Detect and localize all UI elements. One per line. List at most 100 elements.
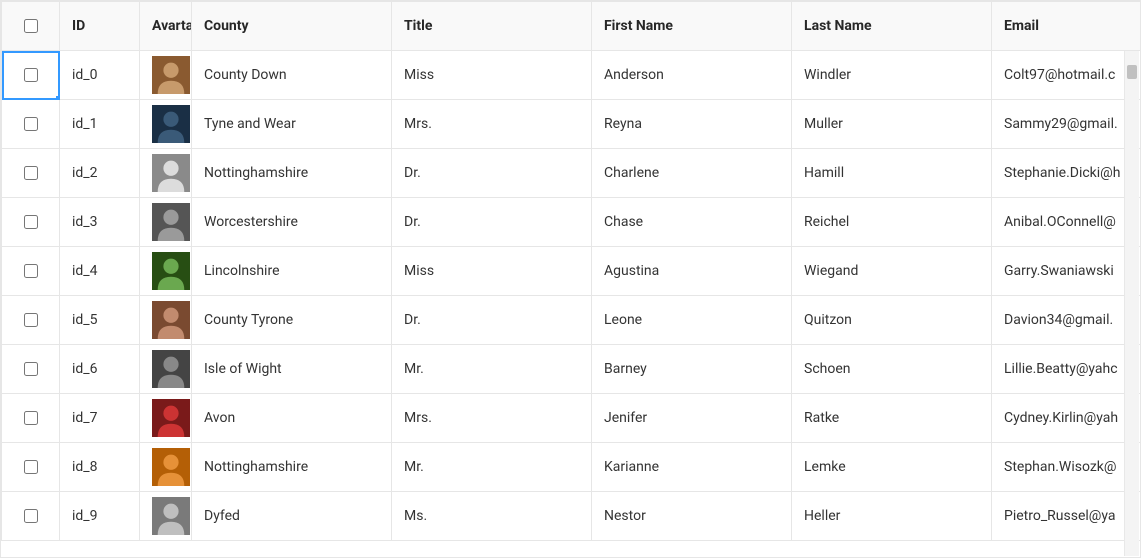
table-row[interactable]: id_2 NottinghamshireDr.CharleneHamillStep… bbox=[2, 149, 1141, 198]
cell-avatar[interactable] bbox=[140, 296, 192, 345]
cell-email[interactable]: Lillie.Beatty@yahc bbox=[992, 345, 1141, 394]
cell-id[interactable]: id_6 bbox=[60, 345, 140, 394]
select-all-checkbox[interactable] bbox=[24, 19, 38, 33]
cell-id[interactable]: id_9 bbox=[60, 492, 140, 541]
cell-last-name[interactable]: Hamill bbox=[792, 149, 992, 198]
table-row[interactable]: id_5County TyroneDr.LeoneQuitzonDavion34… bbox=[2, 296, 1141, 345]
cell-title[interactable]: Dr. bbox=[392, 149, 592, 198]
header-avatar[interactable]: Avartar bbox=[140, 2, 192, 51]
row-checkbox-cell[interactable] bbox=[2, 394, 60, 443]
cell-county[interactable]: Avon bbox=[192, 394, 392, 443]
cell-last-name[interactable]: Lemke bbox=[792, 443, 992, 492]
table-row[interactable]: id_4LincolnshireMissAgustinaWiegandGarry… bbox=[2, 247, 1141, 296]
cell-last-name[interactable]: Wiegand bbox=[792, 247, 992, 296]
header-first-name[interactable]: First Name bbox=[592, 2, 792, 51]
cell-avatar[interactable] bbox=[140, 345, 192, 394]
cell-first-name[interactable]: Nestor bbox=[592, 492, 792, 541]
cell-avatar[interactable] bbox=[140, 100, 192, 149]
cell-id[interactable]: id_3 bbox=[60, 198, 140, 247]
cell-id[interactable]: id_2 bbox=[60, 149, 140, 198]
cell-id[interactable]: id_4 bbox=[60, 247, 140, 296]
header-email[interactable]: Email bbox=[992, 2, 1141, 51]
header-county[interactable]: County bbox=[192, 2, 392, 51]
row-checkbox-cell[interactable] bbox=[2, 100, 60, 149]
cell-last-name[interactable]: Windler bbox=[792, 51, 992, 100]
cell-county[interactable]: Nottinghamshire bbox=[192, 443, 392, 492]
row-checkbox[interactable] bbox=[24, 215, 38, 229]
header-last-name[interactable]: Last Name bbox=[792, 2, 992, 51]
row-checkbox[interactable] bbox=[24, 313, 38, 327]
cell-first-name[interactable]: Jenifer bbox=[592, 394, 792, 443]
row-checkbox-cell[interactable] bbox=[2, 345, 60, 394]
row-checkbox-cell[interactable] bbox=[2, 51, 60, 100]
row-checkbox-cell[interactable] bbox=[2, 296, 60, 345]
cell-county[interactable]: Lincolnshire bbox=[192, 247, 392, 296]
cell-last-name[interactable]: Muller bbox=[792, 100, 992, 149]
row-checkbox[interactable] bbox=[24, 68, 38, 82]
cell-email[interactable]: Pietro_Russel@ya bbox=[992, 492, 1141, 541]
table-row[interactable]: id_0 County DownMissAndersonWindlerColt97… bbox=[2, 51, 1141, 100]
cell-title[interactable]: Dr. bbox=[392, 198, 592, 247]
cell-email[interactable]: Stephanie.Dicki@h bbox=[992, 149, 1141, 198]
cell-last-name[interactable]: Ratke bbox=[792, 394, 992, 443]
cell-county[interactable]: County Down bbox=[192, 51, 392, 100]
cell-avatar[interactable] bbox=[140, 394, 192, 443]
cell-avatar[interactable] bbox=[140, 443, 192, 492]
cell-last-name[interactable]: Reichel bbox=[792, 198, 992, 247]
cell-avatar[interactable] bbox=[140, 149, 192, 198]
row-checkbox[interactable] bbox=[24, 509, 38, 523]
header-title[interactable]: Title bbox=[392, 2, 592, 51]
row-checkbox[interactable] bbox=[24, 166, 38, 180]
table-row[interactable]: id_9 DyfedMs.NestorHellerPietro_Russel@ya bbox=[2, 492, 1141, 541]
cell-id[interactable]: id_7 bbox=[60, 394, 140, 443]
cell-title[interactable]: Miss bbox=[392, 247, 592, 296]
cell-county[interactable]: Nottinghamshire bbox=[192, 149, 392, 198]
table-row[interactable]: id_6Isle of WightMr.BarneySchoenLillie.B… bbox=[2, 345, 1141, 394]
row-checkbox[interactable] bbox=[24, 411, 38, 425]
cell-first-name[interactable]: Anderson bbox=[592, 51, 792, 100]
cell-avatar[interactable] bbox=[140, 247, 192, 296]
cell-county[interactable]: Dyfed bbox=[192, 492, 392, 541]
table-row[interactable]: id_7 AvonMrs.JeniferRatkeCydney.Kirlin@ya… bbox=[2, 394, 1141, 443]
cell-title[interactable]: Ms. bbox=[392, 492, 592, 541]
cell-title[interactable]: Miss bbox=[392, 51, 592, 100]
row-checkbox-cell[interactable] bbox=[2, 247, 60, 296]
cell-email[interactable]: Anibal.OConnell@ bbox=[992, 198, 1141, 247]
cell-first-name[interactable]: Barney bbox=[592, 345, 792, 394]
cell-id[interactable]: id_5 bbox=[60, 296, 140, 345]
cell-email[interactable]: Cydney.Kirlin@yah bbox=[992, 394, 1141, 443]
row-checkbox[interactable] bbox=[24, 460, 38, 474]
cell-avatar[interactable] bbox=[140, 198, 192, 247]
cell-first-name[interactable]: Reyna bbox=[592, 100, 792, 149]
row-checkbox[interactable] bbox=[24, 117, 38, 131]
cell-last-name[interactable]: Schoen bbox=[792, 345, 992, 394]
cell-title[interactable]: Mrs. bbox=[392, 394, 592, 443]
cell-email[interactable]: Sammy29@gmail. bbox=[992, 100, 1141, 149]
row-checkbox[interactable] bbox=[24, 264, 38, 278]
table-row[interactable]: id_3WorcestershireDr.ChaseReichelAnibal.… bbox=[2, 198, 1141, 247]
cell-id[interactable]: id_8 bbox=[60, 443, 140, 492]
cell-last-name[interactable]: Quitzon bbox=[792, 296, 992, 345]
cell-first-name[interactable]: Chase bbox=[592, 198, 792, 247]
cell-avatar[interactable] bbox=[140, 51, 192, 100]
cell-avatar[interactable] bbox=[140, 492, 192, 541]
cell-title[interactable]: Mrs. bbox=[392, 100, 592, 149]
cell-first-name[interactable]: Agustina bbox=[592, 247, 792, 296]
row-checkbox[interactable] bbox=[24, 362, 38, 376]
table-row[interactable]: id_1Tyne and WearMrs.ReynaMullerSammy29@… bbox=[2, 100, 1141, 149]
vertical-scrollbar[interactable] bbox=[1124, 51, 1139, 556]
cell-county[interactable]: County Tyrone bbox=[192, 296, 392, 345]
cell-title[interactable]: Dr. bbox=[392, 296, 592, 345]
cell-county[interactable]: Tyne and Wear bbox=[192, 100, 392, 149]
cell-title[interactable]: Mr. bbox=[392, 345, 592, 394]
cell-first-name[interactable]: Karianne bbox=[592, 443, 792, 492]
table-row[interactable]: id_8NottinghamshireMr.KarianneLemkeSteph… bbox=[2, 443, 1141, 492]
cell-email[interactable]: Colt97@hotmail.c bbox=[992, 51, 1141, 100]
row-checkbox-cell[interactable] bbox=[2, 443, 60, 492]
cell-id[interactable]: id_0 bbox=[60, 51, 140, 100]
cell-last-name[interactable]: Heller bbox=[792, 492, 992, 541]
header-id[interactable]: ID bbox=[60, 2, 140, 51]
cell-first-name[interactable]: Charlene bbox=[592, 149, 792, 198]
scrollbar-thumb[interactable] bbox=[1127, 65, 1137, 79]
row-checkbox-cell[interactable] bbox=[2, 198, 60, 247]
